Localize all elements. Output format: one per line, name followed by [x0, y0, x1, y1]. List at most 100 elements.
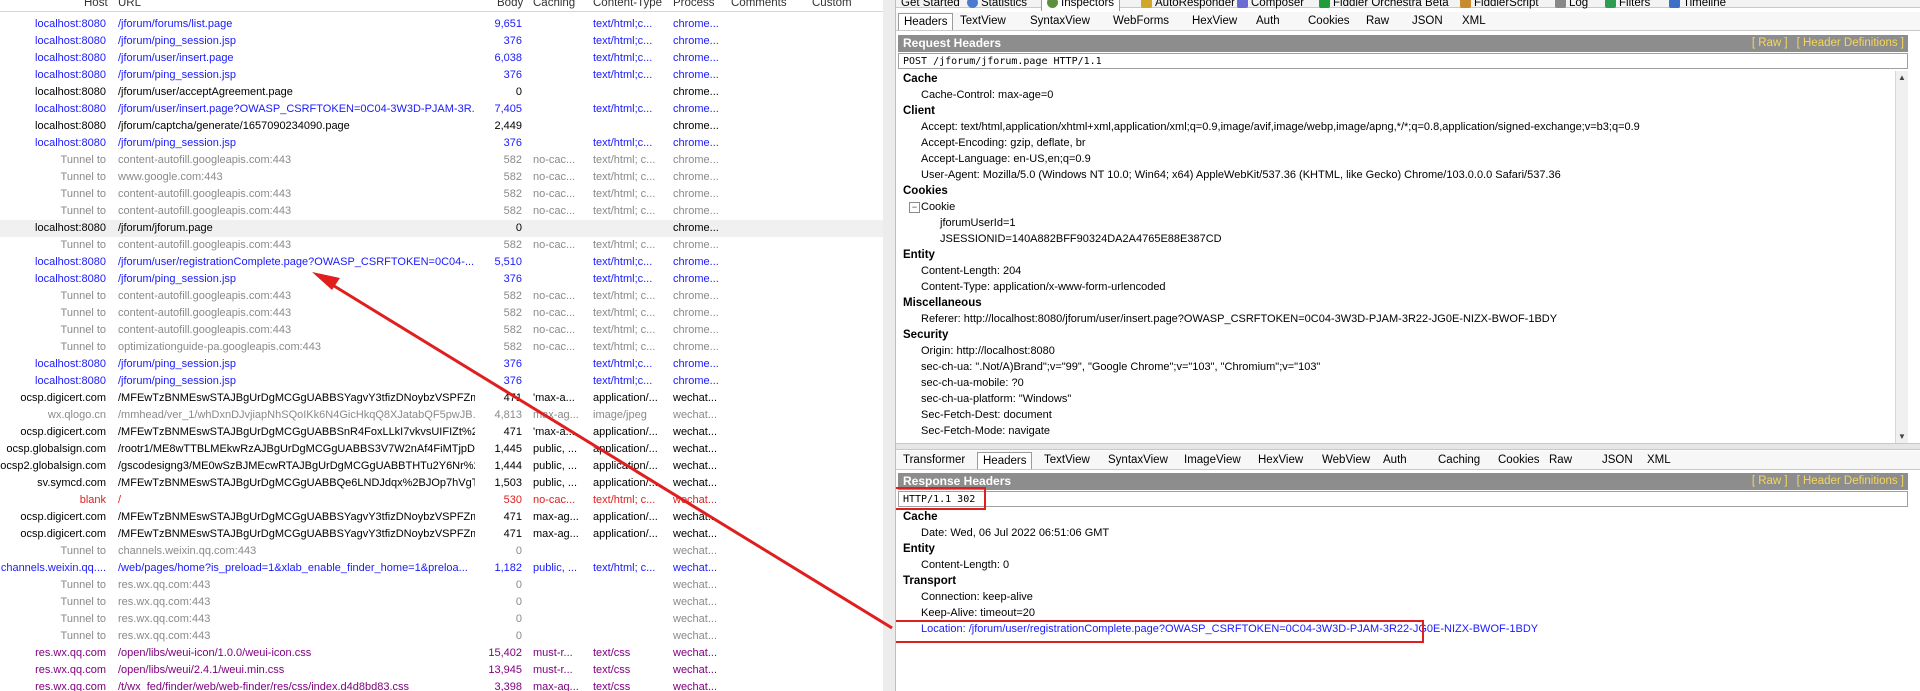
col-url[interactable]: URL	[118, 0, 141, 9]
session-row[interactable]: localhost:8080/jforum/forums/list.page 9,…	[0, 16, 883, 33]
session-row[interactable]: res.wx.qq.com/open/libs/weui-icon/1.0.0/…	[0, 645, 883, 662]
header-item[interactable]: Keep-Alive: timeout=20	[921, 605, 1035, 621]
session-row[interactable]: localhost:8080/jforum/ping_session.jsp 37…	[0, 356, 883, 373]
col-body[interactable]: Body	[497, 0, 523, 9]
header-item[interactable]: − Cookie	[909, 199, 955, 215]
tab-get-started[interactable]: Get Started	[896, 0, 965, 11]
header-item[interactable]: sec-ch-ua-mobile: ?0	[921, 375, 1024, 391]
response-raw-link[interactable]: [ Raw ]	[1752, 475, 1788, 487]
header-item[interactable]: Accept-Encoding: gzip, deflate, br	[921, 135, 1085, 151]
session-row[interactable]: localhost:8080/jforum/captcha/generate/1…	[0, 118, 883, 135]
tab-composer[interactable]: Composer	[1232, 0, 1309, 11]
response-tab-caching[interactable]: Caching	[1433, 452, 1485, 468]
header-group-entity[interactable]: Entity	[903, 247, 935, 263]
session-row[interactable]: channels.weixin.qq.... /web/pages/home?is…	[0, 560, 883, 577]
session-row[interactable]: Tunnel to res.wx.qq.com:443 0 wechat...	[0, 594, 883, 611]
col-content-type[interactable]: Content-Type	[593, 0, 662, 9]
session-row[interactable]: Tunnel to channels.weixin.qq.com:443 0 wech…	[0, 543, 883, 560]
session-row[interactable]: Tunnel to content-autofill.googleapis.com…	[0, 322, 883, 339]
header-group-security[interactable]: Security	[903, 327, 948, 343]
session-row[interactable]: Tunnel to content-autofill.googleapis.com…	[0, 305, 883, 322]
collapse-icon[interactable]: −	[909, 202, 920, 213]
session-row[interactable]: Tunnel to res.wx.qq.com:443 0 wechat...	[0, 611, 883, 628]
tab-autoresponder[interactable]: AutoResponder	[1136, 0, 1240, 11]
response-tab-syntaxview[interactable]: SyntaxView	[1103, 452, 1173, 468]
header-item[interactable]: Content-Length: 204	[921, 263, 1021, 279]
header-item[interactable]: Date: Wed, 06 Jul 2022 06:51:06 GMT	[921, 525, 1109, 541]
response-tab-webview[interactable]: WebView	[1317, 452, 1375, 468]
response-tab-auth[interactable]: Auth	[1378, 452, 1412, 468]
header-group-cache[interactable]: Cache	[903, 509, 938, 525]
col-process[interactable]: Process	[673, 0, 715, 9]
request-tab-textview[interactable]: TextView	[955, 13, 1011, 29]
header-group-cache[interactable]: Cache	[903, 71, 938, 87]
header-item[interactable]: Content-Type: application/x-www-form-url…	[921, 279, 1166, 295]
session-row[interactable]: localhost:8080/jforum/user/registrationC…	[0, 254, 883, 271]
session-row[interactable]: ocsp.digicert.com/MFEwTzBNMEswSTAJBgUrDg…	[0, 424, 883, 441]
session-row[interactable]: localhost:8080/jforum/ping_session.jsp 37…	[0, 67, 883, 84]
tab-filters[interactable]: Filters	[1600, 0, 1655, 11]
response-tab-cookies[interactable]: Cookies	[1493, 452, 1545, 468]
header-item[interactable]: Origin: http://localhost:8080	[921, 343, 1055, 359]
header-group-cookies[interactable]: Cookies	[903, 183, 948, 199]
header-item[interactable]: Connection: keep-alive	[921, 589, 1033, 605]
request-line[interactable]: POST /jforum/jforum.page HTTP/1.1	[898, 53, 1908, 69]
col-host[interactable]: Host	[84, 0, 108, 9]
session-row[interactable]: Tunnel to content-autofill.googleapis.com…	[0, 186, 883, 203]
session-row[interactable]: Tunnel to www.google.com:443 582 no-cac... t…	[0, 169, 883, 186]
response-tab-raw[interactable]: Raw	[1544, 452, 1577, 468]
tab-fiddler-orchestra[interactable]: Fiddler Orchestra Beta	[1314, 0, 1454, 11]
request-tab-headers[interactable]: Headers	[898, 13, 954, 30]
session-row[interactable]: Tunnel to res.wx.qq.com:443 0 wechat...	[0, 577, 883, 594]
request-header-definitions-link[interactable]: [ Header Definitions ]	[1797, 37, 1904, 49]
request-tab-hexview[interactable]: HexView	[1187, 13, 1242, 29]
session-row[interactable]: blank / 530 no-cac... text/html; c... wechat.…	[0, 492, 883, 509]
session-row[interactable]: sv.symcd.com/MFEwTzBNMEswSTAJBgUrDgMCGgU…	[0, 475, 883, 492]
header-item[interactable]: Sec-Fetch-Dest: document	[921, 407, 1052, 423]
session-row[interactable]: localhost:8080/jforum/ping_session.jsp 37…	[0, 373, 883, 390]
col-caching[interactable]: Caching	[533, 0, 575, 9]
request-scrollbar[interactable]: ▲ ▼	[1895, 71, 1908, 443]
session-row[interactable]: Tunnel to content-autofill.googleapis.com…	[0, 203, 883, 220]
request-tab-raw[interactable]: Raw	[1361, 13, 1394, 29]
session-list[interactable]: Host URL Body Caching Content-Type Proce…	[0, 0, 884, 691]
session-row[interactable]: ocsp2.globalsign.com/gscodesigng3/ME0wSz…	[0, 458, 883, 475]
header-item[interactable]: sec-ch-ua: ".Not/A)Brand";v="99", "Googl…	[921, 359, 1320, 375]
session-row[interactable]: localhost:8080/jforum/user/insert.page 6,…	[0, 50, 883, 67]
header-item[interactable]: Referer: http://localhost:8080/jforum/us…	[921, 311, 1557, 327]
session-row[interactable]: Tunnel to content-autofill.googleapis.com…	[0, 237, 883, 254]
header-group-miscellaneous[interactable]: Miscellaneous	[903, 295, 982, 311]
header-item[interactable]: sec-ch-ua-platform: "Windows"	[921, 391, 1071, 407]
tab-log[interactable]: Log	[1550, 0, 1593, 11]
session-row[interactable]: ocsp.digicert.com/MFEwTzBNMEswSTAJBgUrDg…	[0, 526, 883, 543]
session-row[interactable]: wx.qlogo.cn/mmhead/ver_1/whDxnDJvjiapNhS…	[0, 407, 883, 424]
session-row[interactable]: Tunnel to content-autofill.googleapis.com…	[0, 288, 883, 305]
tab-inspectors[interactable]: Inspectors	[1041, 0, 1121, 11]
session-row[interactable]: localhost:8080/jforum/ping_session.jsp 37…	[0, 33, 883, 50]
response-tab-hexview[interactable]: HexView	[1253, 452, 1308, 468]
session-row[interactable]: res.wx.qq.com/open/libs/weui/2.4.1/weui.…	[0, 662, 883, 679]
header-item[interactable]: Cache-Control: max-age=0	[921, 87, 1053, 103]
tab-fiddlerscript[interactable]: FiddlerScript	[1455, 0, 1544, 11]
col-comments[interactable]: Comments	[731, 0, 787, 9]
col-custom[interactable]: Custom	[812, 0, 852, 9]
header-group-entity[interactable]: Entity	[903, 541, 935, 557]
request-tab-syntaxview[interactable]: SyntaxView	[1025, 13, 1095, 29]
response-tab-xml[interactable]: XML	[1642, 452, 1676, 468]
response-tab-json[interactable]: JSON	[1597, 452, 1638, 468]
session-row[interactable]: localhost:8080/jforum/user/insert.page?O…	[0, 101, 883, 118]
session-row[interactable]: ocsp.globalsign.com/rootr1/ME8wTTBLMEkwR…	[0, 441, 883, 458]
header-item[interactable]: User-Agent: Mozilla/5.0 (Windows NT 10.0…	[921, 167, 1561, 183]
header-item[interactable]: Sec-Fetch-Mode: navigate	[921, 423, 1050, 439]
session-row[interactable]: localhost:8080/jforum/user/acceptAgreeme…	[0, 84, 883, 101]
response-tab-transformer[interactable]: Transformer	[898, 452, 970, 468]
cookie-subitem[interactable]: JSESSIONID=140A882BFF90324DA2A4765E88E38…	[940, 231, 1222, 247]
request-tab-cookies[interactable]: Cookies	[1303, 13, 1355, 29]
header-group-client[interactable]: Client	[903, 103, 935, 119]
response-status-line[interactable]: HTTP/1.1 302	[898, 491, 1908, 507]
session-row[interactable]: ocsp.digicert.com/MFEwTzBNMEswSTAJBgUrDg…	[0, 390, 883, 407]
session-row[interactable]: localhost:8080/jforum/ping_session.jsp 37…	[0, 271, 883, 288]
session-row[interactable]: res.wx.qq.com/t/wx_fed/finder/web/web-fi…	[0, 679, 883, 691]
request-tab-xml[interactable]: XML	[1457, 13, 1491, 29]
scroll-down-icon[interactable]: ▼	[1898, 432, 1906, 441]
